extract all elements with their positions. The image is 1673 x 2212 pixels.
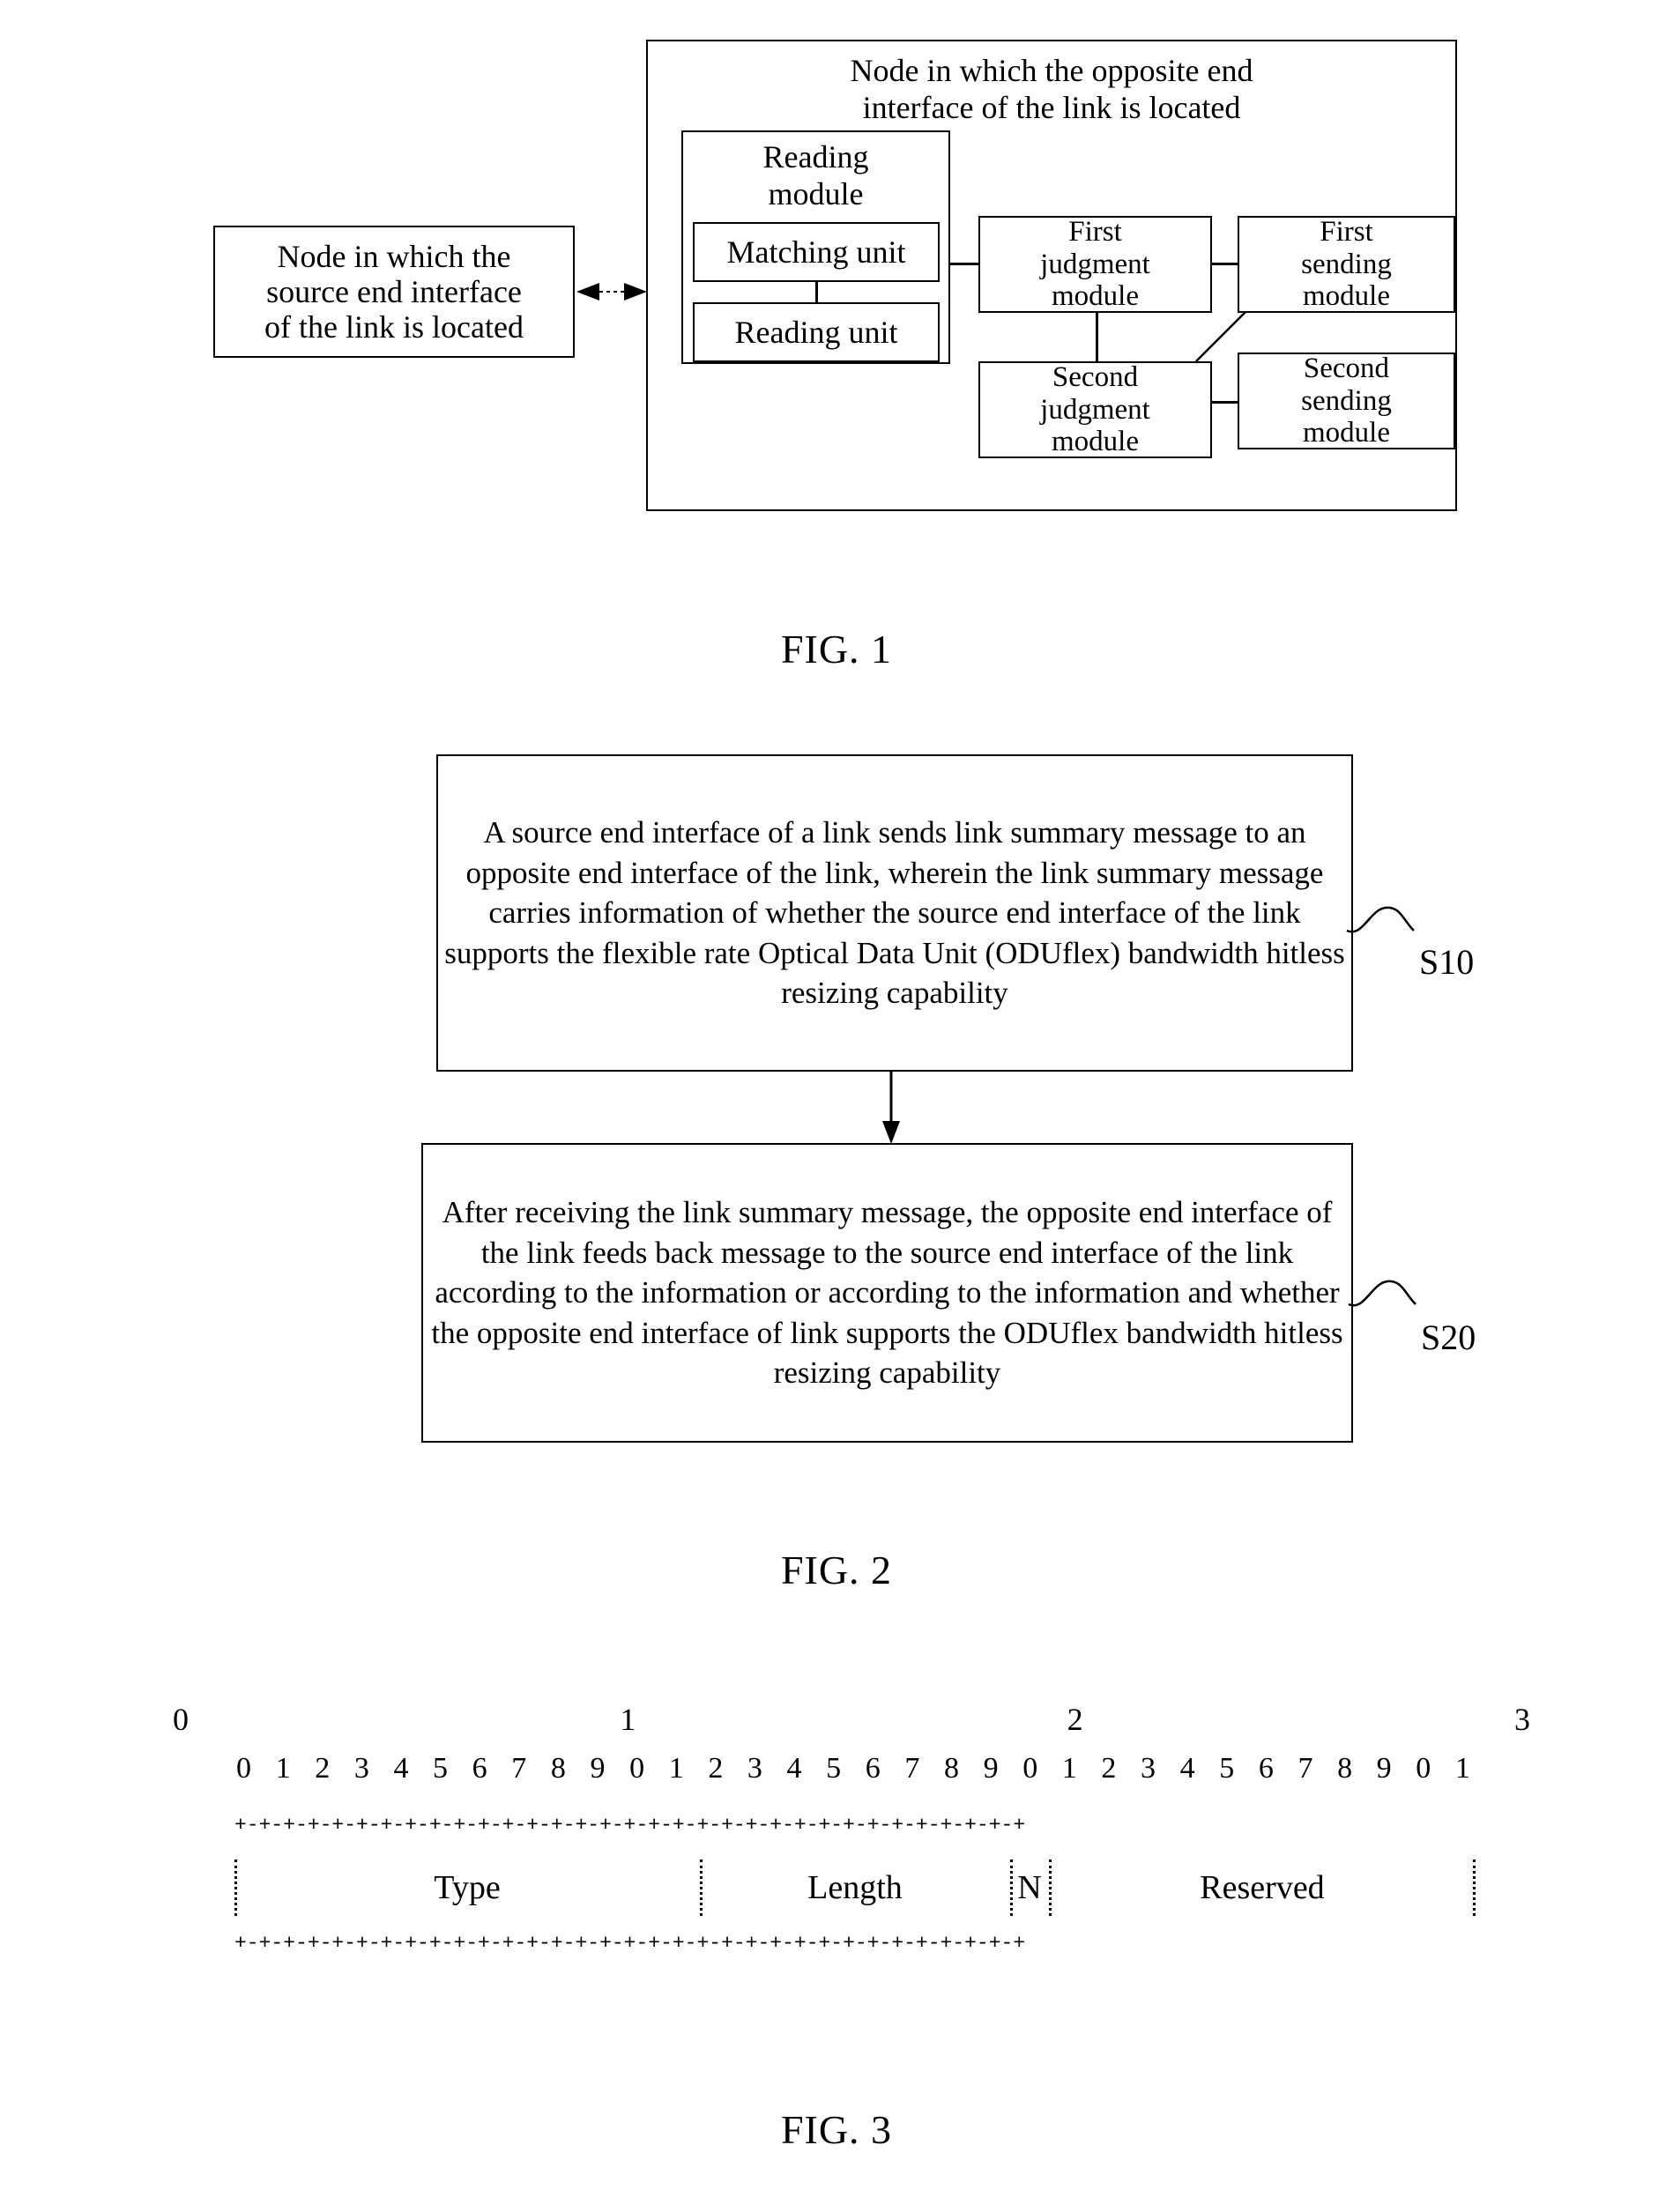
fig3-field-reserved: Reserved <box>1049 1852 1476 1923</box>
fig1-first-sending-module-label: First sending module <box>1301 215 1392 313</box>
fig3-bit-number: 0 <box>1416 1752 1431 1785</box>
fig3-bit-number: 3 <box>353 1752 369 1785</box>
fig1-reading-unit-label: Reading unit <box>734 314 898 350</box>
fig1-source-end-node-label: Node in which the source end interface o… <box>264 238 524 345</box>
fig2-step-s10-text: A source end interface of a link sends l… <box>444 815 1345 1011</box>
figure-1-caption: FIG. 1 <box>780 627 893 672</box>
fig1-connector-second-judgment-to-second-sending <box>1212 401 1238 404</box>
fig2-step-s20-label: S20 <box>1421 1318 1476 1357</box>
fig3-bit-number: 0 <box>236 1752 251 1785</box>
figure-3: 0123 01234567890123456789012345678901 +-… <box>0 1701 1673 1992</box>
fig3-bit-number: 8 <box>550 1752 566 1785</box>
fig1-link-bidirectional-arrow <box>576 280 647 303</box>
fig3-bit-number: 5 <box>826 1752 842 1785</box>
fig1-second-judgment-module-label: Second judgment module <box>1040 360 1150 458</box>
fig3-word-marker-row: 0 1 2 3 <box>173 1701 1530 1738</box>
fig3-field-separator <box>700 1859 703 1916</box>
fig1-connector-first-judgment-to-second-judgment <box>1096 313 1098 361</box>
fig1-second-sending-module-label: Second sending module <box>1301 352 1392 449</box>
fig3-bit-number: 2 <box>315 1752 331 1785</box>
fig3-field-n: N <box>1010 1852 1049 1923</box>
fig1-matching-unit-box: Matching unit <box>693 222 940 282</box>
fig1-second-sending-module-box: Second sending module <box>1238 353 1455 449</box>
fig3-word-marker: 3 <box>1513 1702 1530 1737</box>
fig3-bit-number: 3 <box>1141 1752 1156 1785</box>
fig3-bit-number: 6 <box>472 1752 487 1785</box>
fig3-bit-number: 5 <box>1219 1752 1235 1785</box>
fig3-bit-number: 9 <box>983 1752 999 1785</box>
fig3-field-label: N <box>1017 1869 1042 1906</box>
fig3-field-type: Type <box>234 1852 700 1923</box>
fig3-bit-number: 5 <box>433 1752 449 1785</box>
fig2-flow-arrow-down <box>881 1072 901 1144</box>
fig2-step-s20-box: After receiving the link summary message… <box>421 1143 1353 1443</box>
fig1-opposite-end-node-title: Node in which the opposite end interface… <box>850 53 1253 126</box>
fig3-field-row: Type Length N Reserved <box>234 1852 1476 1923</box>
fig1-connector-first-judgment-to-first-sending <box>1212 263 1238 265</box>
patent-drawing-sheet: Node in which the opposite end interface… <box>0 0 1673 2212</box>
fig3-bit-number: 1 <box>668 1752 684 1785</box>
fig3-field-separator <box>1473 1859 1476 1916</box>
fig3-word-marker: 2 <box>1067 1702 1083 1737</box>
fig3-bit-number: 8 <box>1337 1752 1353 1785</box>
figure-3-caption: FIG. 3 <box>780 2107 893 2152</box>
fig3-bit-number: 7 <box>1298 1752 1313 1785</box>
fig1-reading-module-label: Reading module <box>762 139 869 212</box>
fig3-bit-number: 4 <box>393 1752 409 1785</box>
fig3-bit-number: 1 <box>1454 1752 1470 1785</box>
fig1-first-judgment-module-label: First judgment module <box>1040 215 1150 313</box>
fig3-bit-number: 2 <box>708 1752 724 1785</box>
fig1-matching-unit-label: Matching unit <box>726 234 906 270</box>
fig3-word-marker: 1 <box>620 1702 636 1737</box>
fig3-bit-number-row: 01234567890123456789012345678901 <box>236 1752 1470 1785</box>
fig1-first-sending-module-box: First sending module <box>1238 216 1455 313</box>
fig1-connector-diagonal <box>1194 310 1247 363</box>
figure-2-caption: FIG. 2 <box>780 1548 893 1592</box>
fig1-connector-matching-to-reading <box>815 282 818 302</box>
fig1-first-judgment-module-box: First judgment module <box>978 216 1212 313</box>
fig3-bit-number: 4 <box>786 1752 802 1785</box>
fig3-bit-number: 6 <box>865 1752 881 1785</box>
fig3-field-label: Type <box>434 1869 501 1906</box>
fig3-bit-number: 1 <box>1061 1752 1077 1785</box>
fig3-bit-number: 1 <box>275 1752 291 1785</box>
fig3-field-separator <box>1049 1859 1052 1916</box>
fig3-field-length: Length <box>700 1852 1010 1923</box>
fig2-s20-leader-line <box>1348 1274 1428 1320</box>
fig3-field-label: Length <box>807 1869 903 1906</box>
fig1-connector-reading-to-first-judgment <box>950 263 978 265</box>
fig3-field-separator <box>234 1859 237 1916</box>
fig2-step-s10-label: S10 <box>1419 942 1475 982</box>
fig3-ruler-bottom: +-+-+-+-+-+-+-+-+-+-+-+-+-+-+-+-+-+-+-+-… <box>234 1932 1026 1955</box>
fig3-bit-number: 4 <box>1179 1752 1195 1785</box>
fig3-bit-number: 6 <box>1258 1752 1274 1785</box>
fig1-source-end-node-box: Node in which the source end interface o… <box>213 226 575 358</box>
fig3-bit-number: 7 <box>511 1752 527 1785</box>
fig1-reading-unit-box: Reading unit <box>693 302 940 362</box>
fig3-ruler-top: +-+-+-+-+-+-+-+-+-+-+-+-+-+-+-+-+-+-+-+-… <box>234 1814 1026 1837</box>
fig3-field-separator <box>1010 1859 1013 1916</box>
fig3-bit-number: 9 <box>590 1752 606 1785</box>
fig3-bit-number: 9 <box>1376 1752 1392 1785</box>
fig2-step-s10-box: A source end interface of a link sends l… <box>436 754 1353 1072</box>
fig2-s10-leader-line <box>1346 901 1426 946</box>
fig3-bit-number: 8 <box>943 1752 959 1785</box>
fig3-bit-number: 7 <box>904 1752 920 1785</box>
fig3-bit-number: 0 <box>629 1752 645 1785</box>
fig3-bit-number: 0 <box>1022 1752 1038 1785</box>
fig1-second-judgment-module-box: Second judgment module <box>978 361 1212 458</box>
fig3-bit-number: 2 <box>1101 1752 1117 1785</box>
fig3-bit-number: 3 <box>747 1752 762 1785</box>
fig3-field-label: Reserved <box>1200 1869 1325 1906</box>
fig2-step-s20-text: After receiving the link summary message… <box>431 1195 1343 1391</box>
fig3-word-marker: 0 <box>173 1702 189 1737</box>
